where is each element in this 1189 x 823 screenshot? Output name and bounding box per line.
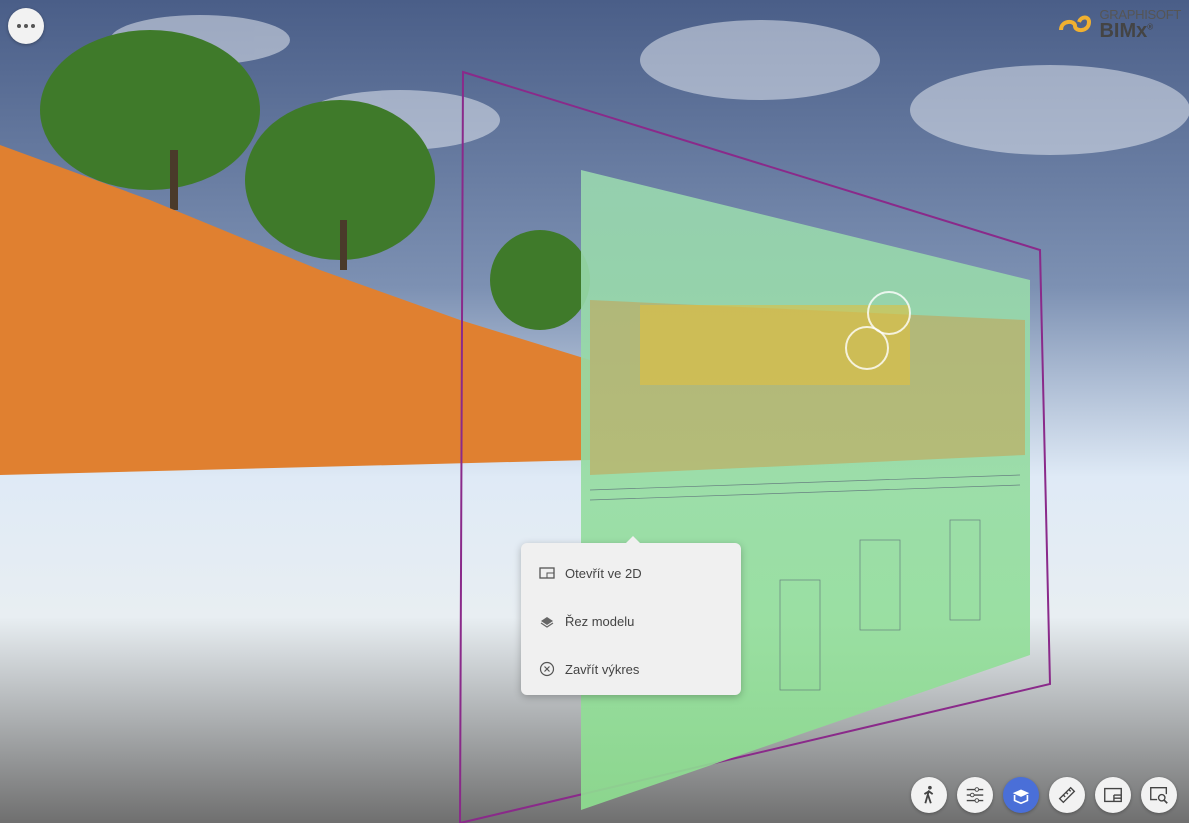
menu-item-open-2d[interactable]: Otevřít ve 2D [521,549,741,597]
logo-mark: ® [1147,22,1154,32]
ruler-icon [1058,786,1076,804]
close-circle-icon [539,661,555,677]
drawing-icon [1104,787,1122,803]
more-options-button[interactable] [8,8,44,44]
menu-item-close-drawing[interactable]: Zavřít výkres [521,645,741,693]
bimx-logo: GRAPHISOFT BIMx® [1057,8,1181,41]
settings-button[interactable] [957,777,993,813]
drawings-button[interactable] [1095,777,1131,813]
measure-button[interactable] [1049,777,1085,813]
menu-item-section-model[interactable]: Řez modelu [521,597,741,645]
open-2d-icon [539,567,555,579]
section-box-button[interactable] [1003,777,1039,813]
graphisoft-logo-icon [1059,15,1092,32]
menu-item-label: Zavřít výkres [565,661,640,677]
3d-viewport[interactable] [0,0,1189,823]
menu-item-label: Řez modelu [565,613,635,629]
section-box-icon [1012,789,1030,805]
context-menu: Otevřít ve 2D Řez modelu Zavřít výkres [521,536,741,695]
bottom-toolbar [911,777,1177,813]
search-screen-icon [1150,786,1168,804]
logo-product: BIMx [1099,20,1148,42]
walk-button[interactable] [911,777,947,813]
section-model-icon [540,617,554,628]
search-button[interactable] [1141,777,1177,813]
walk-icon [923,785,934,804]
menu-item-label: Otevřít ve 2D [565,565,642,581]
sliders-icon [966,787,984,803]
